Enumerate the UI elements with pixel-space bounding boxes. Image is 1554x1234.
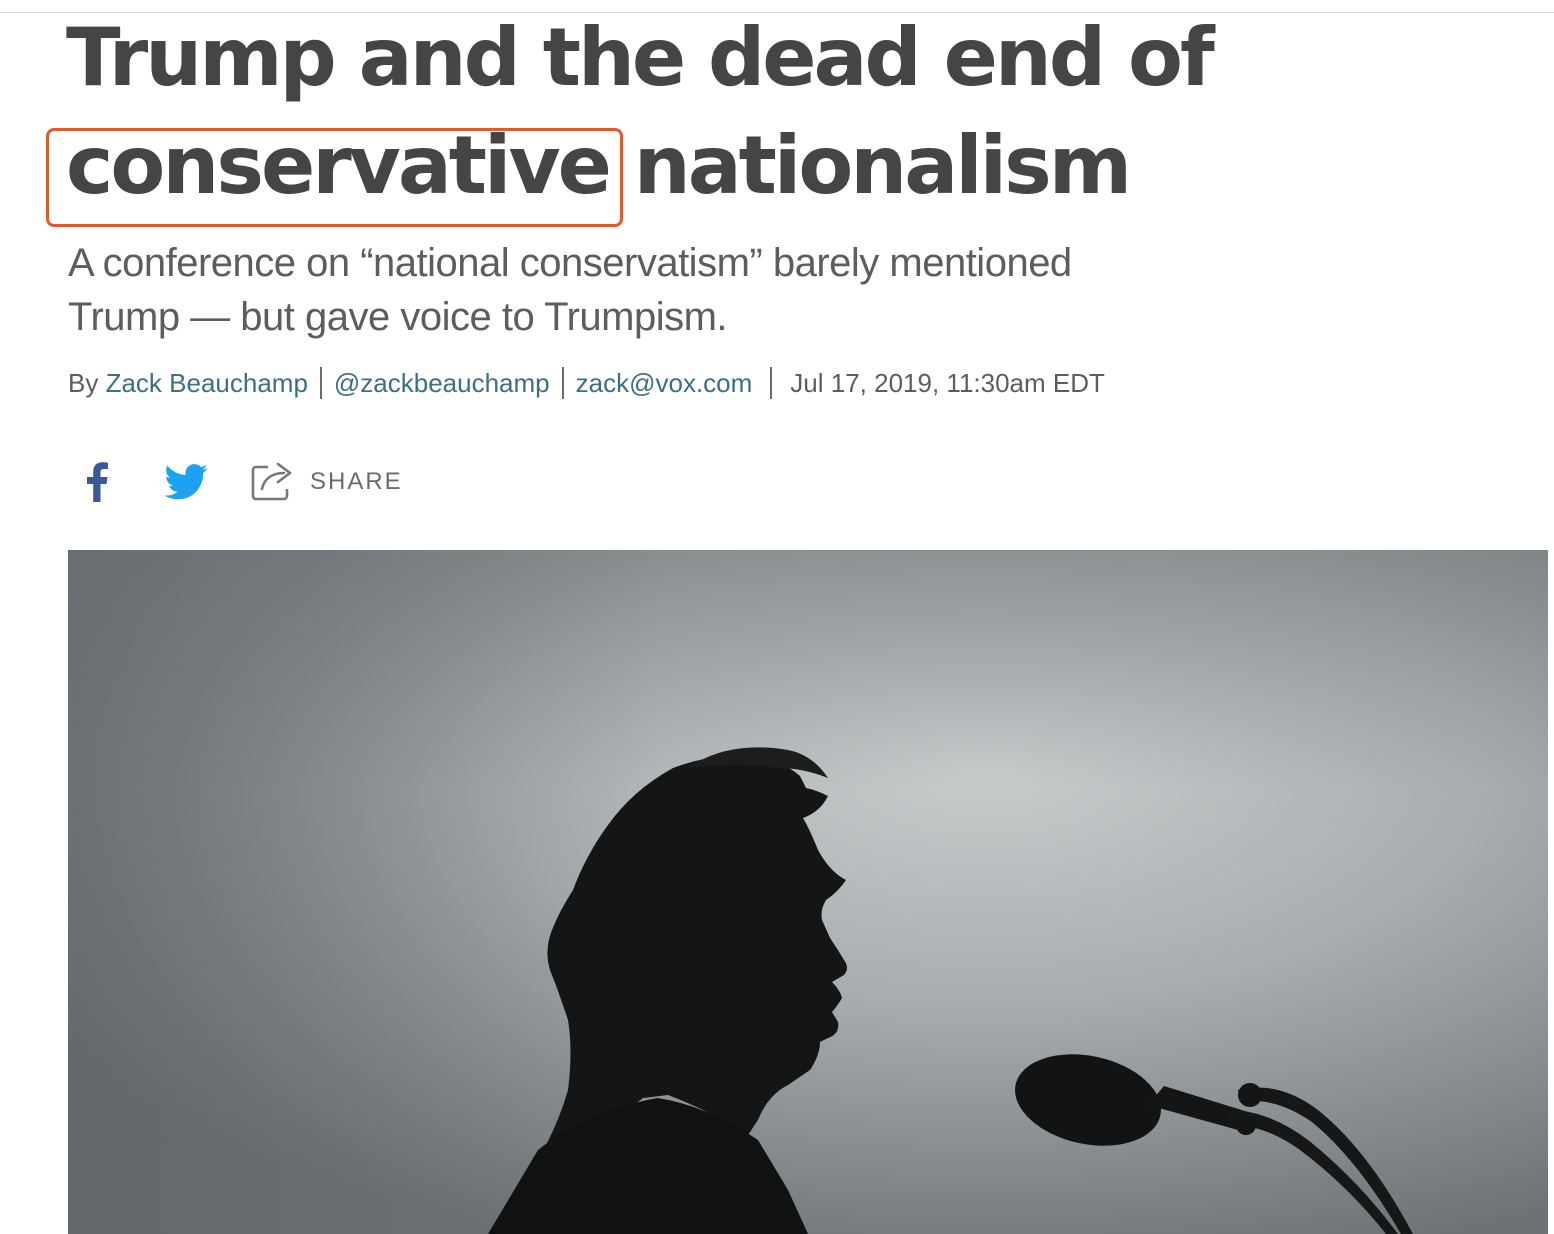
author-link[interactable]: Zack Beauchamp [106, 368, 308, 399]
headline-text-part1: Trump and the dead end of [66, 11, 1215, 104]
headline-text-part2: nationalism [633, 119, 1132, 212]
hero-photo-silhouette [68, 550, 1548, 1234]
byline-prefix: By [68, 367, 99, 398]
dek-line-1: A conference on “national conservatism” … [68, 241, 1072, 285]
headline-highlighted-word: conservative [46, 112, 623, 227]
share-label: SHARE [310, 468, 403, 495]
facebook-icon[interactable] [80, 457, 114, 507]
headline-highlight-text: conservative [66, 119, 612, 212]
share-bar: SHARE [80, 456, 403, 508]
article-headline: Trump and the dead end of conservative n… [46, 4, 1366, 227]
author-twitter-link[interactable]: @zackbeauchamp [334, 368, 550, 399]
hero-image [68, 550, 1548, 1234]
twitter-icon[interactable] [164, 457, 208, 507]
article-subheadline: A conference on “national conservatism” … [68, 236, 1268, 344]
share-button[interactable]: SHARE [250, 459, 403, 506]
byline: By Zack Beauchamp @zackbeauchamp zack@vo… [68, 366, 1105, 400]
author-email-link[interactable]: zack@vox.com [576, 368, 753, 399]
byline-separator [770, 367, 773, 399]
publish-date: Jul 17, 2019, 11:30am EDT [790, 367, 1105, 398]
byline-separator [319, 367, 322, 399]
byline-separator [561, 367, 564, 399]
share-icon [250, 459, 294, 506]
dek-line-2: Trump — but gave voice to Trumpism. [68, 295, 728, 339]
